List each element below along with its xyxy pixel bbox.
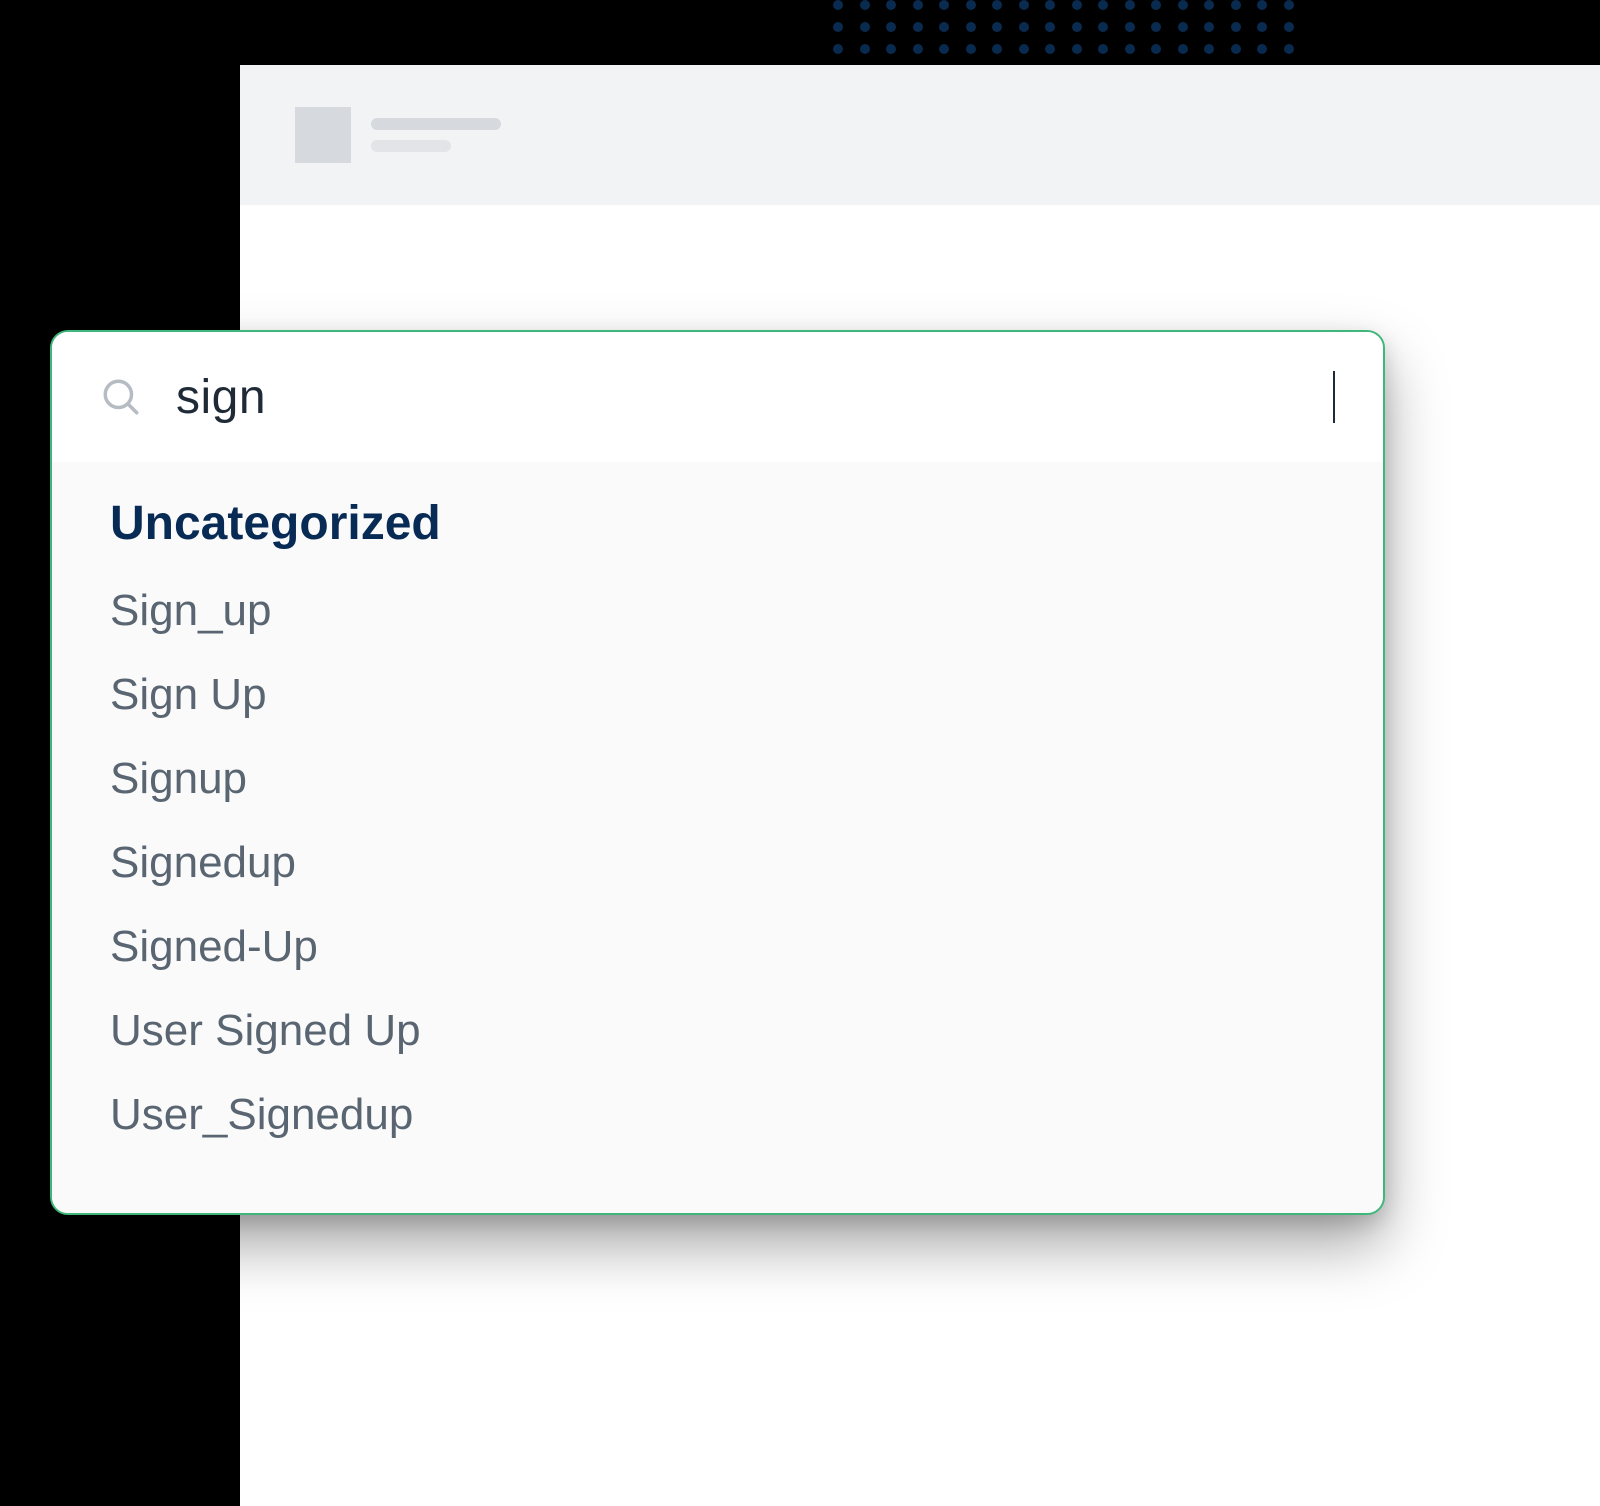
search-icon: [100, 376, 142, 418]
result-item[interactable]: Sign Up: [110, 653, 1325, 737]
result-item[interactable]: User Signed Up: [110, 989, 1325, 1073]
result-item[interactable]: Signed-Up: [110, 905, 1325, 989]
results-category-heading: Uncategorized: [110, 496, 1325, 551]
title-placeholder: [371, 118, 501, 152]
app-header-placeholder: [240, 65, 1600, 205]
search-results: Uncategorized Sign_up Sign Up Signup Sig…: [52, 462, 1383, 1213]
search-dropdown: sign Uncategorized Sign_up Sign Up Signu…: [50, 330, 1385, 1215]
result-item[interactable]: Signup: [110, 737, 1325, 821]
logo-placeholder: [295, 107, 351, 163]
search-row[interactable]: sign: [52, 332, 1383, 462]
text-caret: [1333, 371, 1335, 423]
result-item[interactable]: User_Signedup: [110, 1073, 1325, 1157]
search-input[interactable]: sign: [176, 370, 1333, 425]
result-item[interactable]: Signedup: [110, 821, 1325, 905]
result-item[interactable]: Sign_up: [110, 569, 1325, 653]
